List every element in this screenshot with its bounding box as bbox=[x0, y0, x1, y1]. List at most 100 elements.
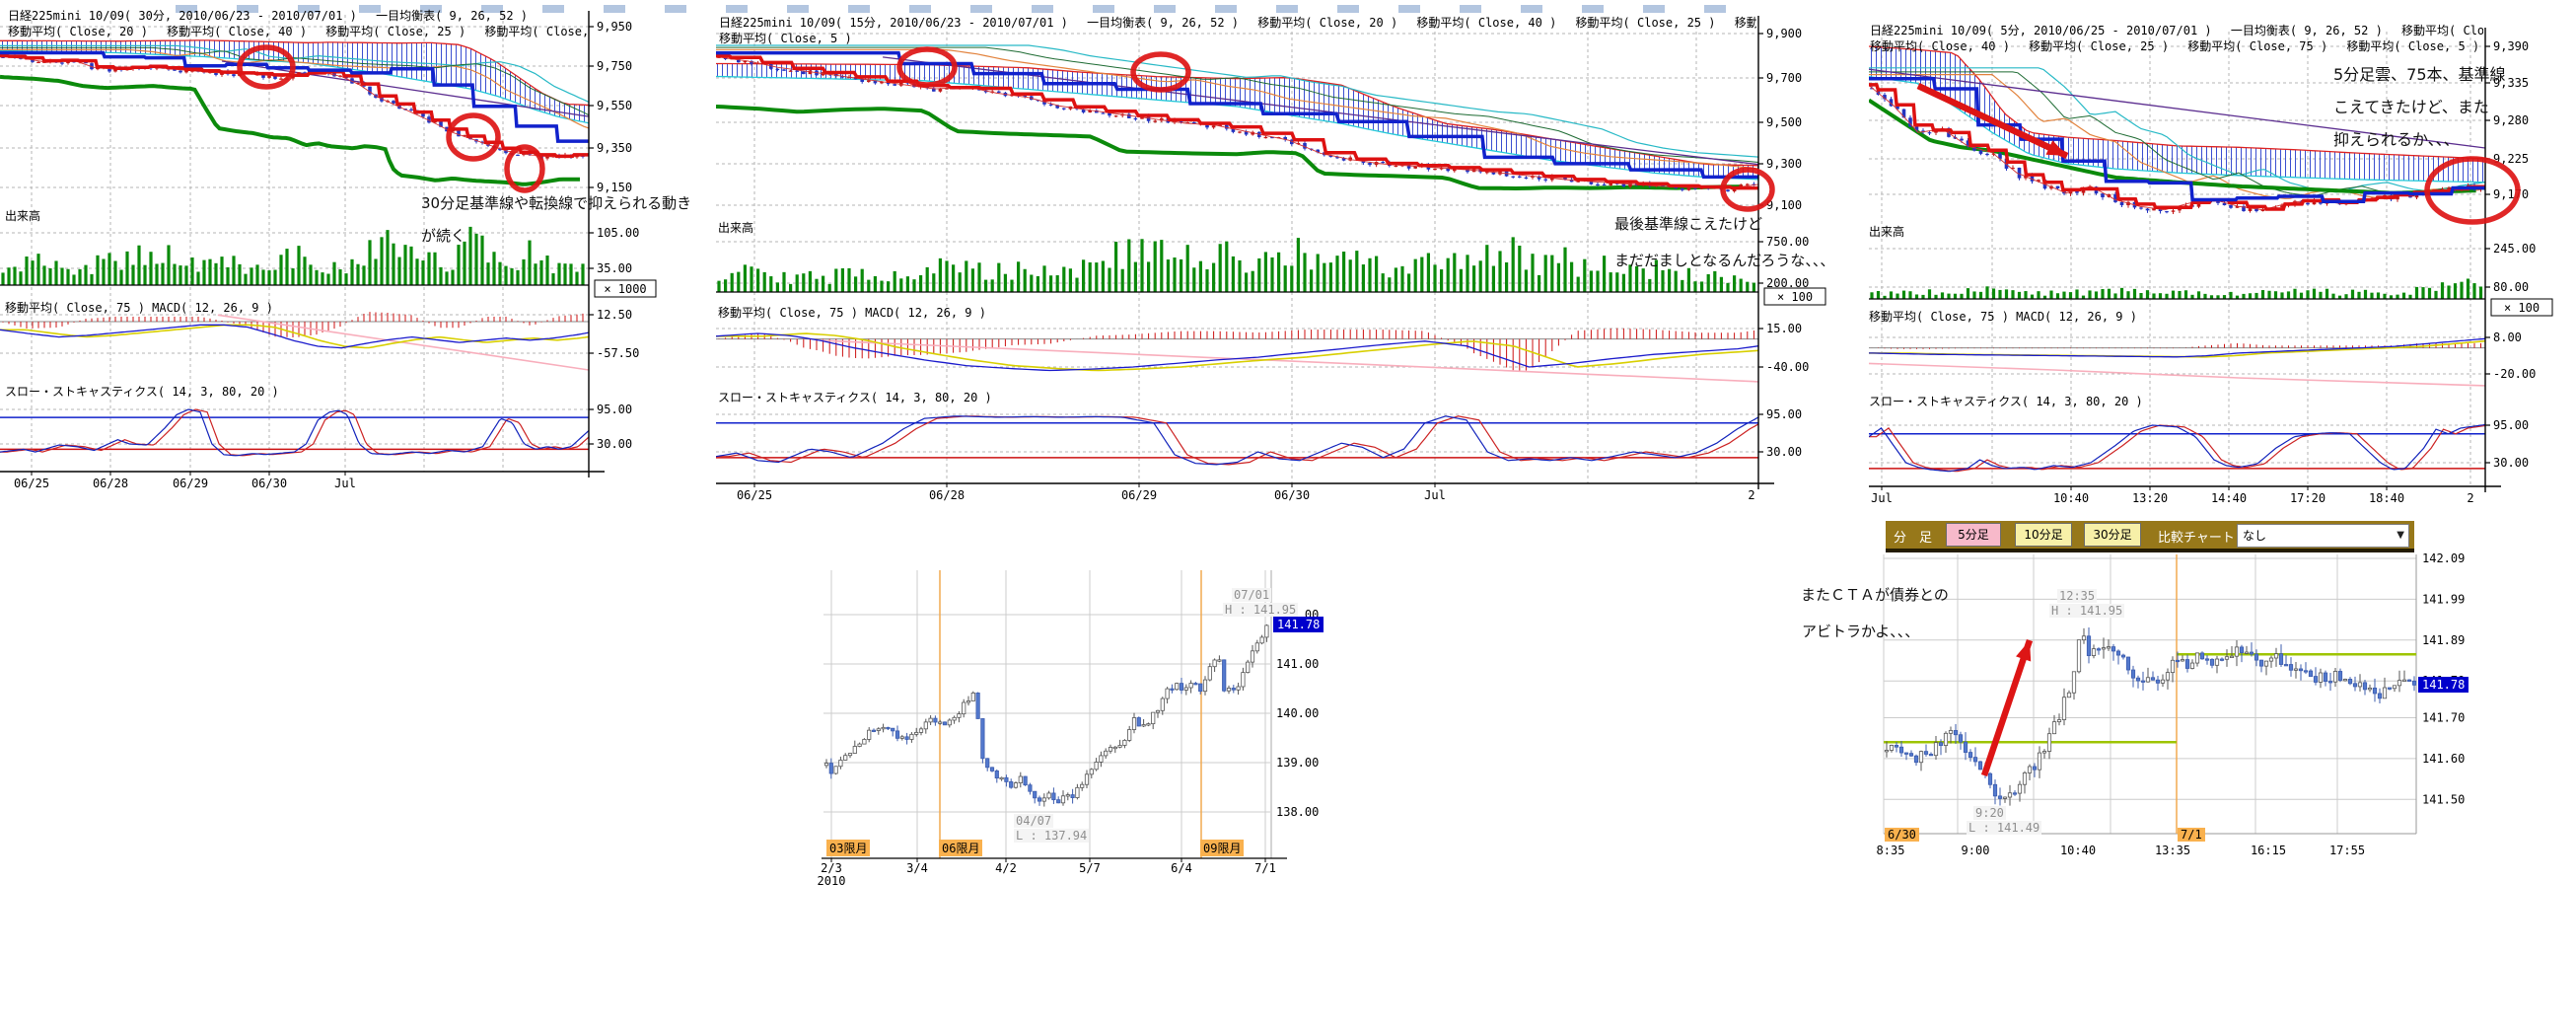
intraday-low-value: L : 141.49 bbox=[1967, 821, 2041, 835]
minute-bar-label: 分 足 bbox=[1894, 527, 1932, 546]
axis-tick-label: × 100 bbox=[2504, 301, 2540, 315]
macd-signal-yellow bbox=[0, 325, 589, 347]
button-30min[interactable]: 30分足 bbox=[2084, 523, 2141, 547]
axis-tick-label: 30.00 bbox=[597, 437, 632, 451]
chart-30min-ma-legend: 移動平均( Close, 20 ) 移動平均( Close, 40 ) 移動平均… bbox=[8, 23, 588, 39]
axis-tick-label: 9,170 bbox=[2493, 187, 2529, 201]
compare-select[interactable]: なし ▼ bbox=[2237, 524, 2409, 548]
background-tab bbox=[848, 5, 870, 13]
background-tab bbox=[604, 5, 625, 13]
note-15min-line1: 最後基準線こえたけど bbox=[1614, 213, 1762, 234]
axis-tick-label: Jul bbox=[1424, 488, 1446, 502]
note-30min-line2: が続く bbox=[421, 225, 465, 246]
background-tab bbox=[1460, 5, 1481, 13]
axis-tick-label: 9,280 bbox=[2493, 113, 2529, 127]
note-5min-line1: 5分足雲、75本、基準線 bbox=[2333, 61, 2506, 85]
background-tab bbox=[1582, 5, 1604, 13]
axis-tick-label: 95.00 bbox=[2493, 418, 2529, 432]
background-tab bbox=[1154, 5, 1176, 13]
axis-tick-label: 12.50 bbox=[597, 308, 632, 322]
axis-tick-label: 140.00 bbox=[1276, 706, 1319, 720]
intraday-high-value: H : 141.95 bbox=[2049, 604, 2124, 618]
daily-high-value: H : 141.95 bbox=[1223, 603, 1298, 617]
axis-tick-label: 9,550 bbox=[597, 99, 632, 112]
background-tab bbox=[726, 5, 748, 13]
axis-tick-label: 18:40 bbox=[2369, 491, 2404, 505]
charts-svg: 9,9509,7509,5509,3509,150105.0035.00× 10… bbox=[0, 0, 2576, 1028]
axis-tick-label: 141.99 bbox=[2422, 592, 2465, 606]
background-tab bbox=[1704, 5, 1726, 13]
chart-15min-volume-label: 出来高 bbox=[718, 219, 753, 236]
axis-tick-label: 9:00 bbox=[1962, 844, 1990, 857]
contract-label-03: 03限月 bbox=[826, 840, 870, 856]
background-tab bbox=[1521, 5, 1542, 13]
axis-tick-label: 9,700 bbox=[1766, 71, 1802, 85]
axis-tick-label: 16:15 bbox=[2251, 844, 2286, 857]
chart-5min-ma-legend: 移動平均( Close, 40 ) 移動平均( Close, 25 ) 移動平均… bbox=[1870, 37, 2483, 54]
axis-tick-label: 9,500 bbox=[1766, 115, 1802, 129]
intraday-low-time: 9:20 bbox=[1973, 806, 2006, 820]
axis-tick-label: 15.00 bbox=[1766, 322, 1802, 335]
stoch-d-red bbox=[1869, 425, 2485, 472]
axis-tick-label: -40.00 bbox=[1766, 360, 1809, 374]
compare-chart-label: 比較チャート bbox=[2158, 527, 2235, 546]
background-tab bbox=[665, 5, 686, 13]
axis-tick-label: Jul bbox=[334, 477, 356, 490]
daily-last-price-badge: 141.78 bbox=[1273, 617, 1324, 632]
chart-15min-stoch-label: スロー・ストキャスティクス( 14, 3, 80, 20 ) bbox=[718, 389, 992, 405]
intraday-toolbar: 分 足 5分足 10分足 30分足 比較チャート なし ▼ bbox=[1886, 521, 2414, 552]
axis-tick-label: 141.60 bbox=[2422, 752, 2465, 766]
background-tab bbox=[1276, 5, 1298, 13]
intraday-date-badge-0630: 6/30 bbox=[1885, 828, 1919, 842]
indicator-chart-c30: 9,9509,7509,5509,3509,150105.0035.00× 10… bbox=[0, 11, 656, 490]
background-tab bbox=[970, 5, 992, 13]
dropdown-arrow-icon: ▼ bbox=[2397, 525, 2404, 547]
axis-tick-label: 06/30 bbox=[1274, 488, 1310, 502]
axis-tick-label: 138.00 bbox=[1276, 805, 1319, 819]
macd-pink-line bbox=[218, 315, 589, 370]
axis-tick-label: 9,300 bbox=[1766, 157, 1802, 171]
axis-tick-label: 9,350 bbox=[597, 141, 632, 155]
axis-tick-label: 13:35 bbox=[2155, 844, 2190, 857]
axis-tick-label: 9,100 bbox=[1766, 198, 1802, 212]
daily-high-date: 07/01 bbox=[1232, 588, 1271, 602]
axis-tick-label: 17:55 bbox=[2329, 844, 2365, 857]
axis-tick-label: 9,750 bbox=[597, 59, 632, 73]
stoch-k-blue bbox=[1869, 424, 2485, 471]
note-5min-line3: 抑えられるか、、、 bbox=[2333, 126, 2460, 150]
axis-tick-label: 2/3 bbox=[821, 861, 842, 875]
axis-tick-label: 06/30 bbox=[251, 477, 287, 490]
axis-tick-label: 06/28 bbox=[929, 488, 965, 502]
axis-tick-label: 245.00 bbox=[2493, 242, 2536, 256]
axis-tick-label: 9,950 bbox=[597, 20, 632, 34]
compare-select-value: なし bbox=[2243, 529, 2266, 543]
note-intraday-line2: アビトラかよ、、、 bbox=[1802, 621, 1919, 641]
axis-tick-label: 142.09 bbox=[2422, 551, 2465, 565]
axis-tick-label: 95.00 bbox=[1766, 407, 1802, 421]
chart-30min-stoch-label: スロー・ストキャスティクス( 14, 3, 80, 20 ) bbox=[5, 383, 279, 400]
macd-pink-line bbox=[1869, 363, 2485, 386]
axis-tick-label: 8:35 bbox=[1877, 844, 1905, 857]
intraday-chart: 8:359:0010:4013:3516:1517:55142.09141.99… bbox=[1877, 551, 2466, 857]
axis-tick-label: 10:40 bbox=[2053, 491, 2089, 505]
axis-tick-label: Jul bbox=[1871, 491, 1893, 505]
background-tab bbox=[1337, 5, 1359, 13]
chart-30min-macd-label: 移動平均( Close, 75 ) MACD( 12, 26, 9 ) bbox=[5, 299, 273, 316]
axis-tick-label: 2 bbox=[2467, 491, 2473, 505]
button-10min[interactable]: 10分足 bbox=[2015, 523, 2072, 547]
axis-tick-label: 06/25 bbox=[737, 488, 772, 502]
button-5min[interactable]: 5分足 bbox=[1946, 523, 2001, 547]
background-tab bbox=[909, 5, 931, 13]
axis-tick-label: 95.00 bbox=[597, 403, 632, 416]
chart-30min-volume-label: 出来高 bbox=[5, 207, 40, 224]
intraday-date-badge-0701: 7/1 bbox=[2178, 828, 2205, 842]
note-5min-line2: こえてきたけど、また bbox=[2333, 94, 2489, 117]
intraday-last-price-badge: 141.78 bbox=[2418, 677, 2469, 693]
background-tab bbox=[1032, 5, 1053, 13]
axis-tick-label: 2010 bbox=[818, 874, 846, 888]
background-tab bbox=[787, 5, 809, 13]
macd-pink-line bbox=[821, 340, 1758, 382]
note-15min-line2: まだだましとなるんだろうな、、、 bbox=[1614, 250, 1834, 270]
contract-label-09: 09限月 bbox=[1200, 840, 1244, 856]
chart-5min-macd-label: 移動平均( Close, 75 ) MACD( 12, 26, 9 ) bbox=[1869, 308, 2137, 325]
